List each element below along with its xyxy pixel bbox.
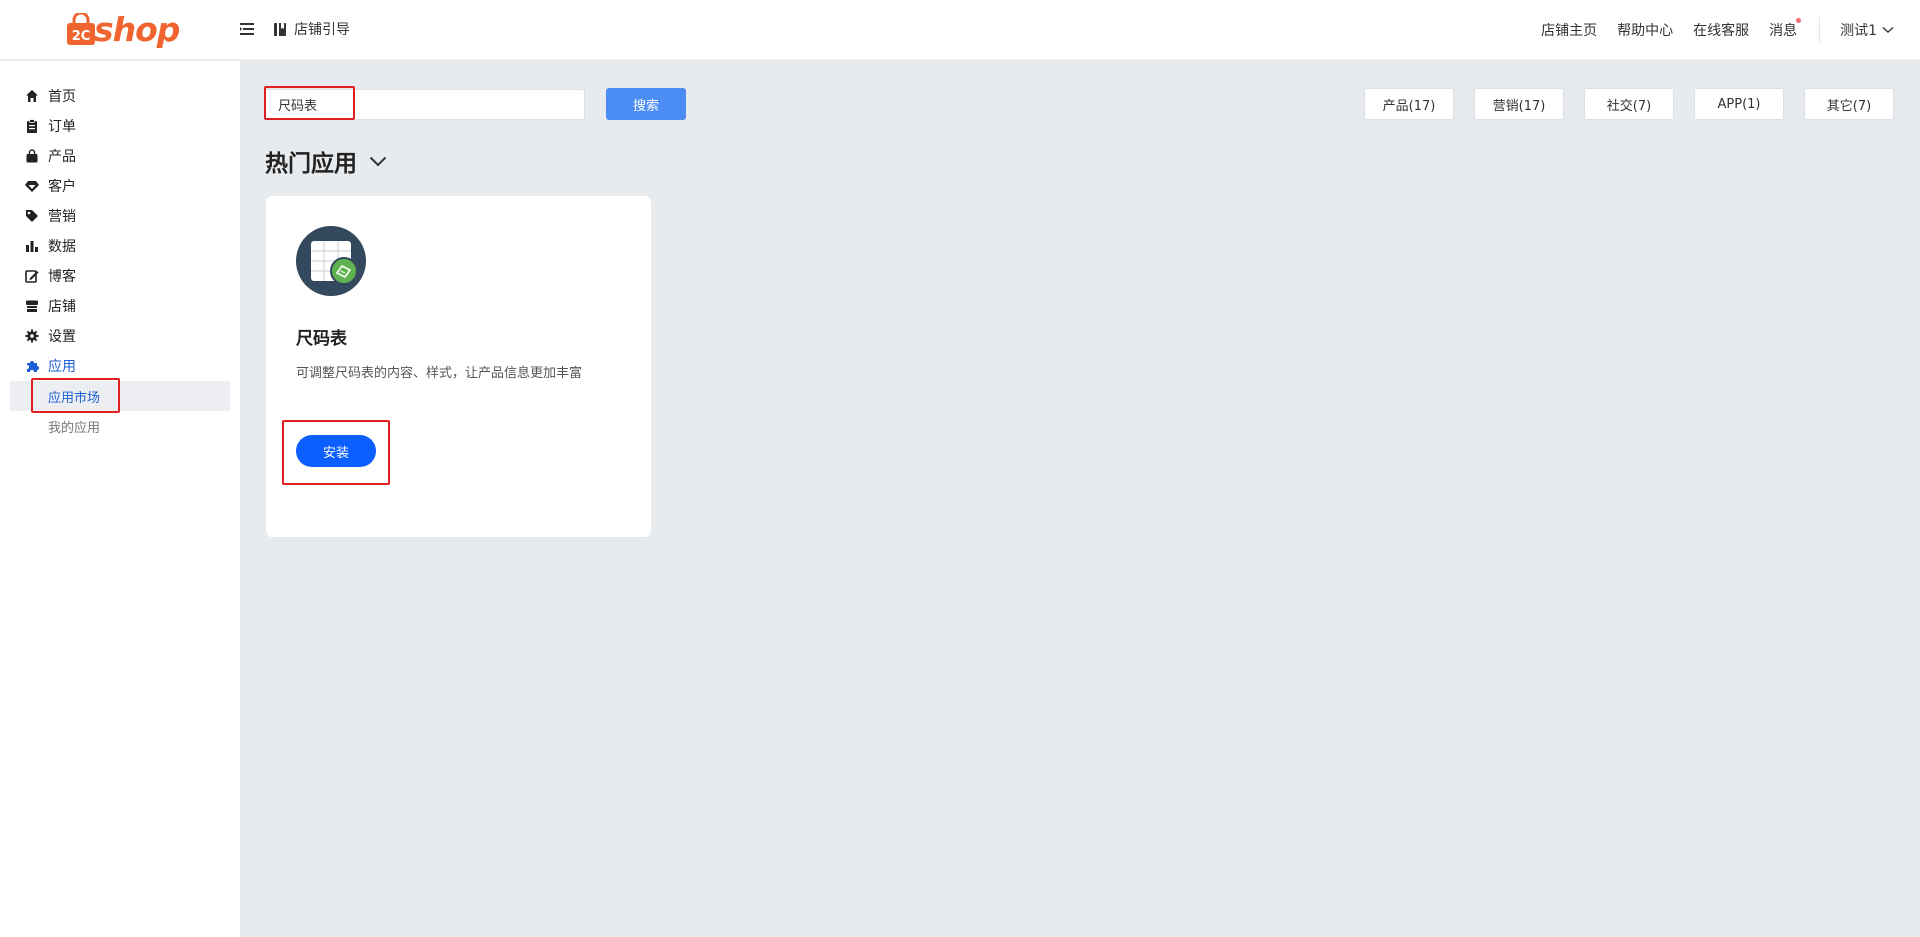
nav-messages-label: 消息 xyxy=(1769,23,1798,39)
app-description: 可调整尺码表的内容、样式，让产品信息更加丰富 xyxy=(296,366,583,381)
chevron-down-icon xyxy=(1882,26,1894,33)
user-menu[interactable]: 测试1 xyxy=(1840,20,1894,40)
menu-toggle-icon[interactable] xyxy=(239,21,255,37)
category-other-button[interactable]: 其它(7) xyxy=(1804,88,1894,120)
nav-divider xyxy=(1819,17,1821,43)
sidebar-item-label: 应用 xyxy=(48,359,76,375)
store-icon xyxy=(25,299,39,313)
size-chart-app-icon xyxy=(296,226,366,296)
nav-messages[interactable]: 消息 xyxy=(1769,18,1802,40)
category-marketing-button[interactable]: 营销(17) xyxy=(1474,88,1564,120)
sidebar-item-label: 营销 xyxy=(48,209,76,225)
sidebar-item-store[interactable]: 店铺 xyxy=(25,295,76,317)
chevron-down-icon xyxy=(369,156,387,166)
sidebar-item-apps[interactable]: 应用 xyxy=(25,355,76,377)
sidebar-item-label: 设置 xyxy=(48,329,76,345)
sidebar-item-label: 首页 xyxy=(48,89,76,105)
sidebar-item-customers[interactable]: 客户 xyxy=(25,175,76,197)
sidebar-subitem-my-apps[interactable]: 我的应用 xyxy=(48,416,100,436)
sidebar-item-label: 产品 xyxy=(48,149,76,165)
sidebar-item-settings[interactable]: 设置 xyxy=(25,325,76,347)
user-name: 测试1 xyxy=(1840,23,1877,39)
svg-text:2C: 2C xyxy=(72,29,91,44)
clipboard-icon xyxy=(25,119,39,133)
shop-logo[interactable]: 2C shop xyxy=(66,10,180,50)
sidebar-item-marketing[interactable]: 营销 xyxy=(25,205,76,227)
sidebar-item-label: 数据 xyxy=(48,239,76,255)
search-button[interactable]: 搜索 xyxy=(606,88,686,120)
search-input[interactable] xyxy=(265,89,585,120)
category-social-button[interactable]: 社交(7) xyxy=(1584,88,1674,120)
sidebar-subitem-app-market[interactable]: 应用市场 xyxy=(48,386,100,406)
gem-icon xyxy=(25,179,39,193)
sidebar-item-products[interactable]: 产品 xyxy=(25,145,76,167)
nav-store-home[interactable]: 店铺主页 xyxy=(1541,20,1597,40)
home-icon xyxy=(25,89,39,103)
sidebar-item-home[interactable]: 首页 xyxy=(25,85,76,107)
shopping-bag-logo-icon: 2C xyxy=(67,13,95,45)
sidebar-item-label: 客户 xyxy=(48,179,76,195)
popular-apps-heading[interactable]: 热门应用 xyxy=(265,144,387,178)
category-app-button[interactable]: APP(1) xyxy=(1694,88,1784,120)
top-nav: 店铺主页 帮助中心 在线客服 消息 测试1 xyxy=(1541,0,1920,60)
store-guide-link[interactable]: 店铺引导 xyxy=(273,19,350,39)
puzzle-icon xyxy=(25,359,39,373)
sidebar-item-blog[interactable]: 博客 xyxy=(25,265,76,287)
sidebar-item-orders[interactable]: 订单 xyxy=(25,115,76,137)
install-button[interactable]: 安装 xyxy=(296,435,376,467)
tag-icon xyxy=(25,209,39,223)
active-subitem-background xyxy=(10,381,230,411)
sidebar-item-data[interactable]: 数据 xyxy=(25,235,76,257)
nav-online-support[interactable]: 在线客服 xyxy=(1693,20,1749,40)
app-card[interactable]: 尺码表 可调整尺码表的内容、样式，让产品信息更加丰富 安装 xyxy=(266,196,651,537)
sidebar: 首页 订单 产品 客户 营销 数据 博客 店铺 设置 应用 应用市场 我的应用 xyxy=(0,61,240,937)
unread-dot xyxy=(1796,18,1802,23)
bar-chart-icon xyxy=(25,239,39,253)
shopping-bag-icon xyxy=(25,149,39,163)
book-icon xyxy=(274,22,286,36)
sidebar-item-label: 博客 xyxy=(48,269,76,285)
sidebar-item-label: 店铺 xyxy=(48,299,76,315)
logo-wordmark: shop xyxy=(94,10,180,49)
category-products-button[interactable]: 产品(17) xyxy=(1364,88,1454,120)
store-guide-label: 店铺引导 xyxy=(294,22,350,38)
app-name: 尺码表 xyxy=(296,329,347,349)
section-title-text: 热门应用 xyxy=(265,151,357,177)
sidebar-item-label: 订单 xyxy=(48,119,76,135)
top-header: 2C shop 店铺引导 店铺主页 帮助中心 在线客服 消息 测试1 xyxy=(0,0,1920,60)
edit-icon xyxy=(25,269,39,283)
nav-help-center[interactable]: 帮助中心 xyxy=(1617,20,1673,40)
gear-icon xyxy=(25,329,39,343)
